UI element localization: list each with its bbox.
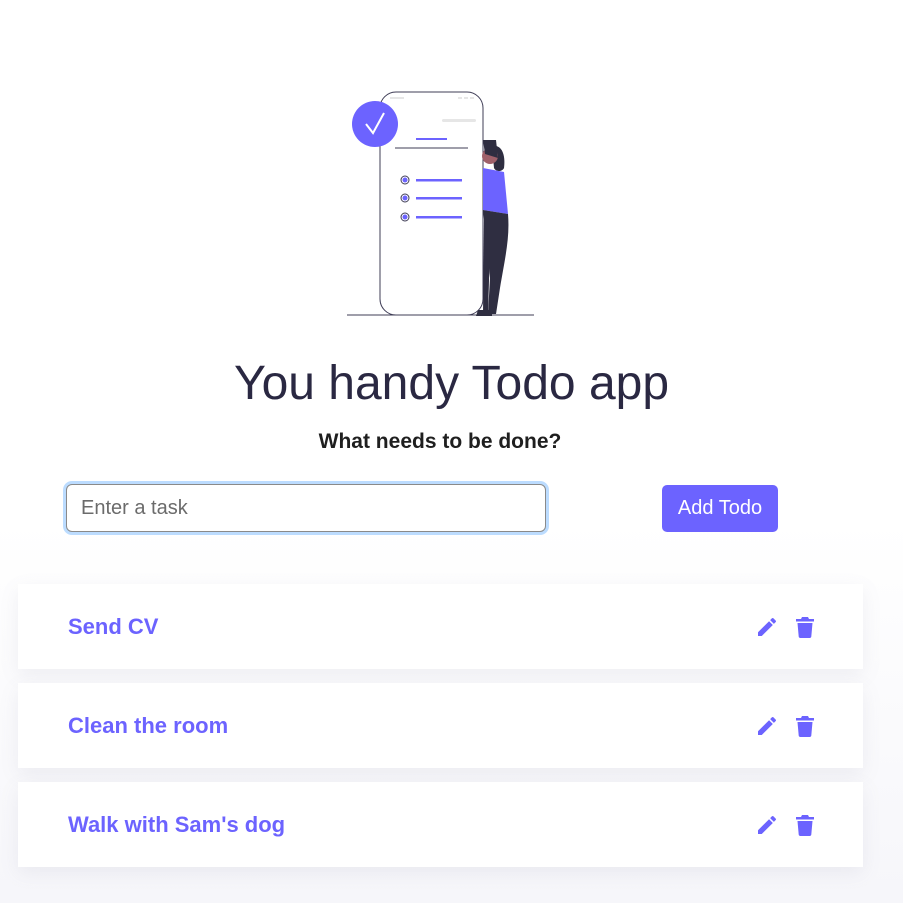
add-todo-button[interactable]: Add Todo [662,485,778,532]
pencil-icon[interactable] [755,813,779,837]
todo-text: Send CV [68,614,159,639]
pencil-icon[interactable] [755,615,779,639]
pencil-icon[interactable] [755,714,779,738]
hero-illustration [340,88,540,320]
todo-text: Clean the room [68,713,229,738]
todo-item: Send CV [18,584,863,669]
todo-text: Walk with Sam's dog [68,812,286,837]
trash-icon[interactable] [793,714,817,738]
trash-icon[interactable] [793,615,817,639]
page-title: You handy Todo app [233,357,670,410]
todo-item: Walk with Sam's dog [18,782,863,867]
todo-list: Send CV Clean the room Walk with Sam's d… [18,584,863,881]
todo-item: Clean the room [18,683,863,768]
todo-illustration-icon [347,91,534,316]
page-subtitle: What needs to be done? [318,430,562,453]
trash-icon[interactable] [793,813,817,837]
page: You handy Todo app What needs to be done… [0,0,903,903]
task-input[interactable] [66,484,546,532]
